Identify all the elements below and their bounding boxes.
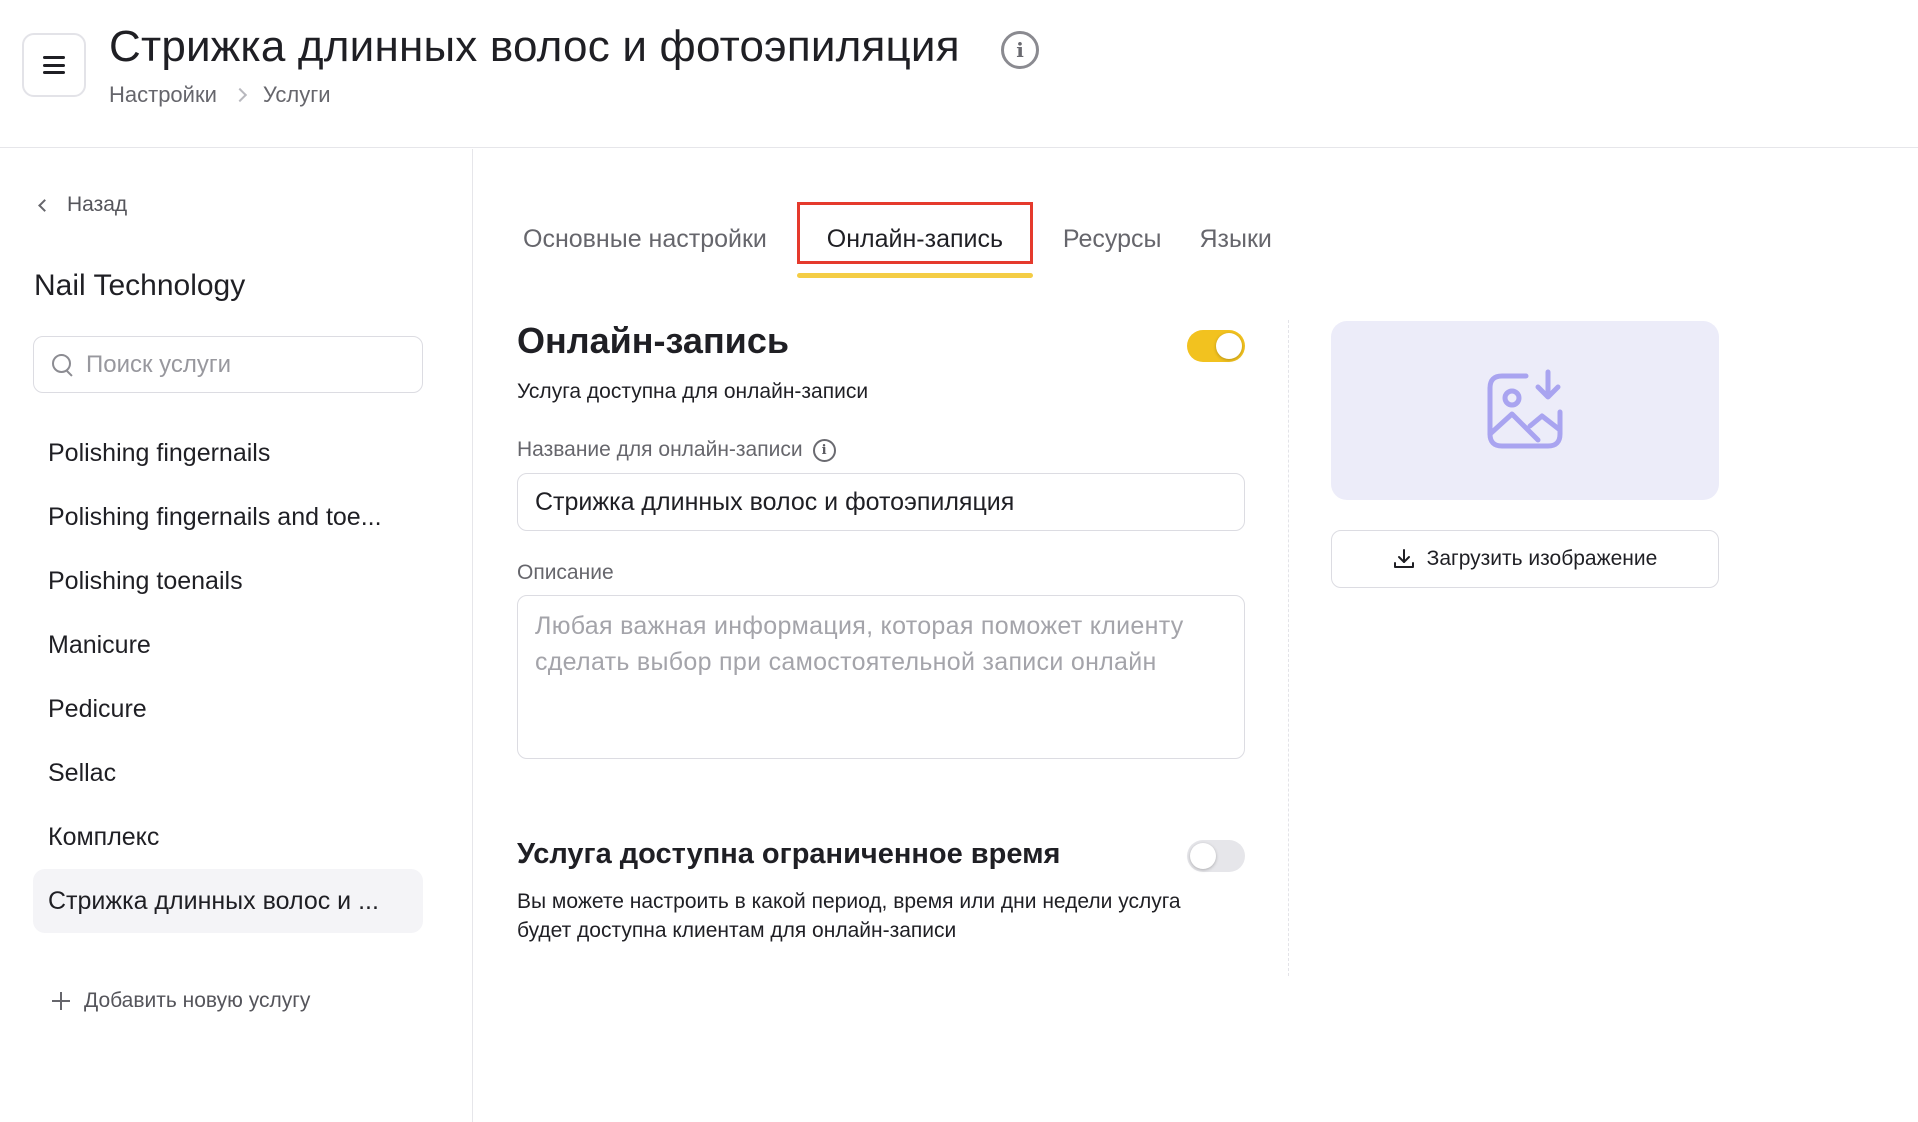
- menu-button[interactable]: [22, 33, 86, 97]
- upload-image-button[interactable]: Загрузить изображение: [1331, 530, 1719, 588]
- tab-label: Основные настройки: [523, 224, 767, 253]
- service-item-label: Комплекс: [48, 822, 160, 851]
- search-box: [33, 336, 423, 393]
- service-item-label: Polishing toenails: [48, 566, 243, 595]
- online-booking-toggle[interactable]: [1187, 330, 1245, 362]
- search-icon: [52, 353, 74, 376]
- download-icon: [1393, 548, 1415, 570]
- tab-resources[interactable]: Ресурсы: [1055, 198, 1170, 280]
- limited-time-title: Услуга доступна ограниченное время: [517, 838, 1061, 870]
- description-textarea[interactable]: [517, 595, 1245, 759]
- tab-online-booking[interactable]: Онлайн-запись: [796, 198, 1033, 280]
- add-service-label: Добавить новую услугу: [84, 989, 311, 1012]
- online-booking-title: Онлайн-запись: [517, 320, 789, 361]
- hamburger-icon: [43, 56, 65, 74]
- info-circle-icon[interactable]: i: [812, 438, 836, 462]
- limited-time-description: Вы можете настроить в какой период, врем…: [517, 890, 1181, 942]
- sidebar: Назад Nail Technology Polishing fingerna…: [0, 149, 473, 1122]
- active-tab-indicator: [796, 273, 1033, 278]
- service-item-label: Sellac: [48, 758, 117, 787]
- description-field-label-text: Описание: [517, 561, 614, 584]
- back-link[interactable]: Назад: [38, 193, 128, 217]
- service-item-active[interactable]: Стрижка длинных волос и ...: [33, 869, 423, 933]
- service-item-label: Polishing fingernails and toe...: [48, 502, 382, 531]
- page-header: Стрижка длинных волос и фотоэпиляция i Н…: [0, 0, 1918, 148]
- toggle-knob: [1190, 843, 1216, 869]
- add-service-button[interactable]: Добавить новую услугу: [52, 989, 310, 1013]
- service-item[interactable]: Комплекс: [33, 805, 423, 869]
- service-item-label: Manicure: [48, 630, 151, 659]
- service-item[interactable]: Polishing toenails: [33, 549, 423, 613]
- description-field-label: Описание: [517, 561, 614, 585]
- toggle-knob: [1216, 333, 1242, 359]
- upload-image-label: Загрузить изображение: [1426, 547, 1658, 570]
- online-booking-subtitle: Услуга доступна для онлайн-записи: [517, 380, 869, 403]
- service-list: Polishing fingernails Polishing fingerna…: [33, 421, 423, 933]
- breadcrumb: Настройки Услуги: [109, 82, 331, 108]
- column-divider: [1288, 320, 1289, 976]
- tab-languages[interactable]: Языки: [1191, 198, 1279, 280]
- service-item-label: Pedicure: [48, 694, 147, 723]
- service-item-label: Стрижка длинных волос и ...: [48, 886, 379, 915]
- page-title: Стрижка длинных волос и фотоэпиляция: [109, 22, 960, 71]
- tab-label: Онлайн-запись: [826, 224, 1004, 253]
- service-item-label: Polishing fingernails: [48, 438, 271, 467]
- breadcrumb-item-settings[interactable]: Настройки: [109, 82, 217, 108]
- info-circle-icon[interactable]: i: [1001, 31, 1039, 69]
- name-field-label-text: Название для онлайн-записи: [517, 438, 803, 461]
- tab-label: Языки: [1199, 224, 1272, 253]
- image-placeholder[interactable]: [1331, 321, 1719, 500]
- chevron-left-icon: [38, 198, 51, 212]
- tab-label: Ресурсы: [1062, 224, 1162, 253]
- name-field-label: Название для онлайн-записи i: [517, 438, 836, 462]
- online-name-input[interactable]: [517, 473, 1245, 531]
- service-item[interactable]: Polishing fingernails: [33, 421, 423, 485]
- limited-time-toggle[interactable]: [1187, 840, 1245, 872]
- breadcrumb-item-services[interactable]: Услуги: [263, 82, 331, 108]
- service-item[interactable]: Manicure: [33, 613, 423, 677]
- service-item[interactable]: Polishing fingernails and toe...: [33, 485, 423, 549]
- back-label: Назад: [67, 193, 128, 216]
- plus-icon: [52, 992, 70, 1010]
- tab-bar: Основные настройки Онлайн-запись Ресурсы…: [515, 198, 1302, 280]
- service-item[interactable]: Sellac: [33, 741, 423, 805]
- chevron-right-icon: [232, 87, 247, 103]
- category-title: Nail Technology: [34, 269, 246, 302]
- search-input[interactable]: [86, 350, 406, 379]
- image-download-icon: [1487, 369, 1563, 448]
- tab-basic-settings[interactable]: Основные настройки: [515, 198, 775, 280]
- service-item[interactable]: Pedicure: [33, 677, 423, 741]
